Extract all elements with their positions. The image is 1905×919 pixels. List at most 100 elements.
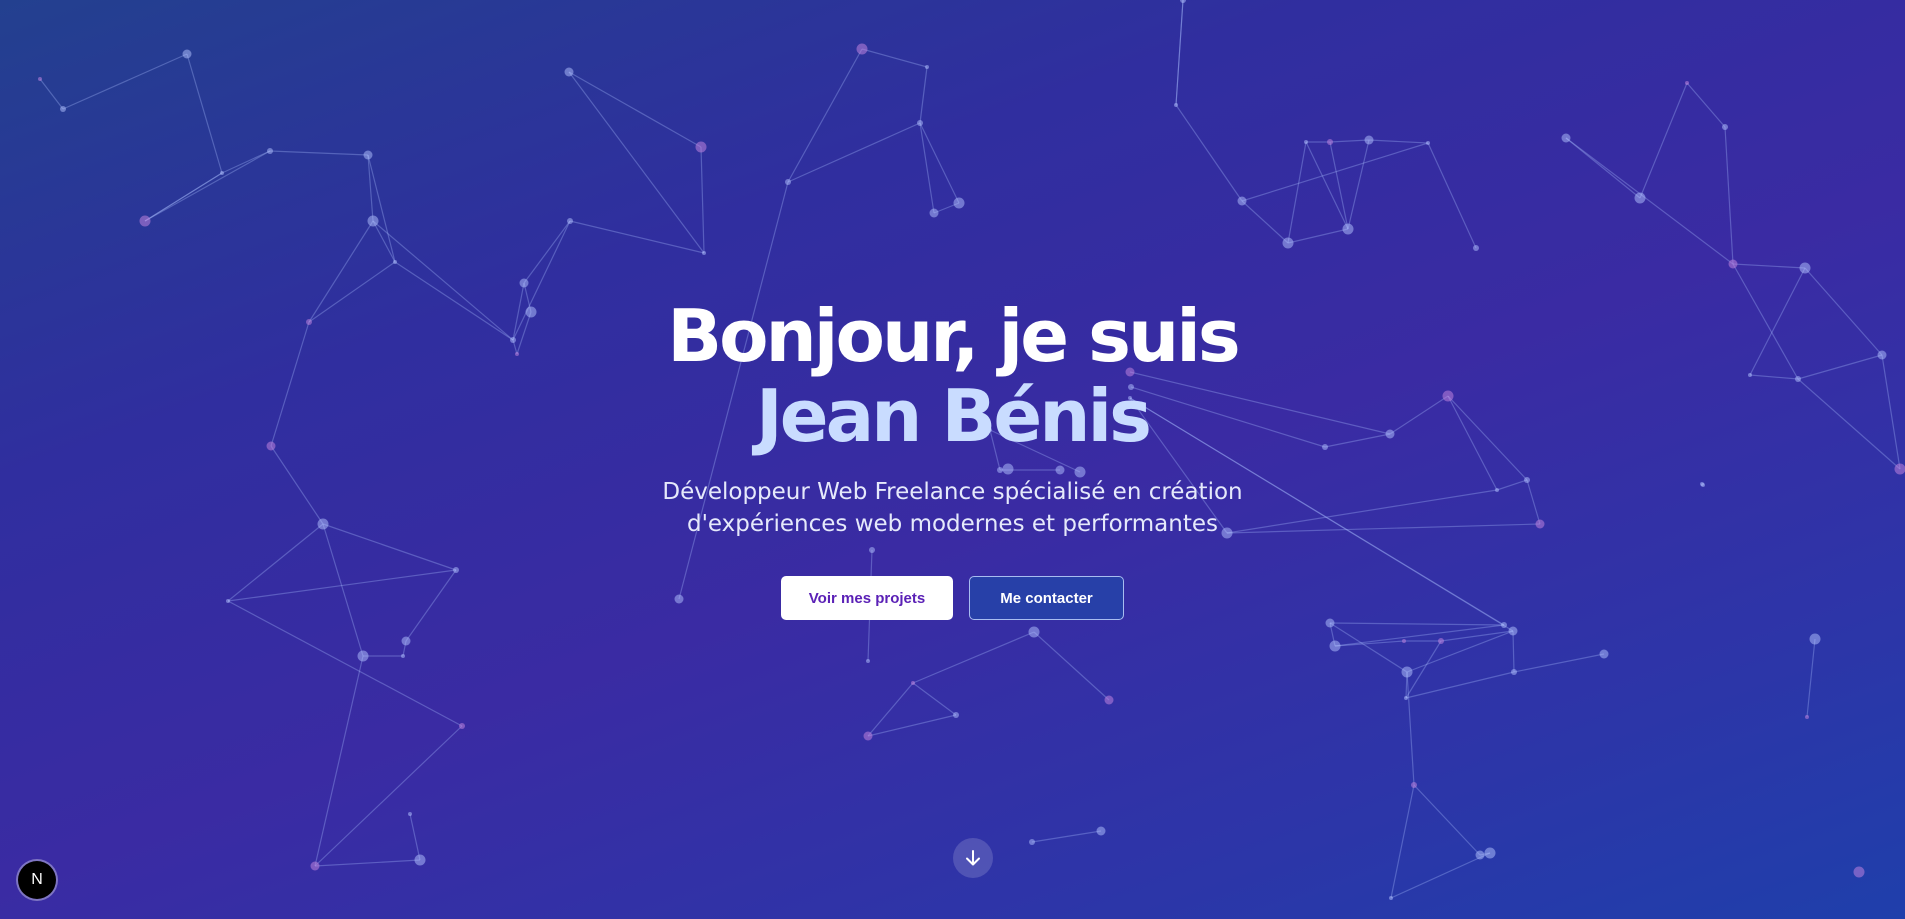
- network-link: [867, 714, 957, 737]
- network-node: [357, 650, 369, 662]
- network-link: [912, 631, 1035, 684]
- scroll-down-button[interactable]: [953, 838, 993, 878]
- network-link: [1413, 784, 1481, 856]
- network-node: [363, 150, 373, 160]
- network-node: [1501, 622, 1507, 628]
- network-node: [1104, 695, 1114, 705]
- arrow-down-icon: [966, 850, 980, 866]
- network-node: [1438, 638, 1444, 644]
- network-link: [1806, 638, 1816, 718]
- hero-title: Bonjour, je suis Jean Bénis: [0, 296, 1905, 456]
- network-node: [1329, 640, 1341, 652]
- network-node: [459, 723, 465, 729]
- network-link: [1565, 137, 1734, 265]
- network-node: [182, 49, 192, 59]
- view-projects-button[interactable]: Voir mes projets: [781, 576, 953, 620]
- network-link: [1440, 630, 1514, 642]
- nextjs-dev-badge[interactable]: N: [18, 861, 56, 899]
- network-node: [1401, 666, 1413, 678]
- network-link: [144, 150, 271, 222]
- contact-button[interactable]: Me contacter: [969, 576, 1124, 620]
- network-node: [414, 854, 426, 866]
- network-link: [269, 150, 369, 156]
- network-node: [1634, 192, 1646, 204]
- network-link: [1031, 830, 1102, 843]
- network-node: [1029, 839, 1035, 845]
- hero-subtitle-line-2: d'expériences web modernes et performant…: [687, 511, 1218, 537]
- network-node: [408, 812, 412, 816]
- network-link: [1329, 141, 1349, 230]
- network-node: [310, 861, 320, 871]
- network-link: [1732, 263, 1806, 269]
- network-link: [1175, 0, 1184, 106]
- network-link: [314, 725, 463, 867]
- network-node: [1426, 141, 1430, 145]
- network-node: [393, 260, 397, 264]
- network-link: [912, 682, 957, 716]
- network-link: [62, 53, 188, 110]
- network-link: [700, 146, 705, 254]
- network-node: [60, 106, 66, 112]
- network-link: [1175, 104, 1243, 202]
- network-node: [1722, 124, 1728, 130]
- hero-title-name: Jean Bénis: [755, 374, 1152, 458]
- network-node: [1508, 626, 1518, 636]
- network-link: [1347, 139, 1370, 230]
- network-link: [1305, 141, 1349, 230]
- network-link: [1512, 630, 1515, 673]
- network-link: [1329, 622, 1505, 626]
- network-node: [519, 278, 529, 288]
- network-node: [139, 215, 151, 227]
- network-node: [1404, 696, 1408, 700]
- network-link: [787, 48, 863, 183]
- network-link: [314, 655, 364, 867]
- network-link: [787, 122, 921, 183]
- network-node: [911, 681, 915, 685]
- network-link: [221, 150, 271, 174]
- network-link: [1368, 139, 1429, 144]
- network-link: [1390, 852, 1491, 899]
- network-node: [702, 251, 706, 255]
- network-node: [925, 65, 929, 69]
- network-node: [1805, 715, 1809, 719]
- network-link: [1287, 141, 1307, 244]
- network-node: [1599, 649, 1609, 659]
- network-link: [568, 71, 702, 148]
- network-node: [953, 197, 965, 209]
- network-node: [564, 67, 574, 77]
- network-link: [144, 172, 223, 222]
- network-node: [695, 141, 707, 153]
- network-link: [1241, 142, 1429, 202]
- network-node: [1028, 626, 1040, 638]
- network-link: [1639, 82, 1688, 199]
- hero-section: Bonjour, je suis Jean Bénis Développeur …: [0, 296, 1905, 620]
- network-node: [38, 77, 42, 81]
- network-link: [1513, 653, 1605, 673]
- network-link: [1405, 671, 1515, 699]
- network-node: [929, 208, 939, 218]
- network-node: [1389, 896, 1393, 900]
- network-link: [372, 220, 396, 263]
- hero-title-greeting: Bonjour, je suis: [667, 294, 1241, 378]
- network-node: [1327, 139, 1333, 145]
- network-link: [186, 53, 223, 174]
- network-node: [220, 171, 224, 175]
- network-node: [1809, 633, 1821, 645]
- network-link: [39, 78, 64, 110]
- network-node: [1728, 259, 1738, 269]
- network-node: [1174, 103, 1178, 107]
- network-link: [867, 682, 914, 737]
- network-node: [863, 731, 873, 741]
- network-node: [1304, 140, 1308, 144]
- network-node: [1411, 782, 1417, 788]
- network-node: [567, 218, 573, 224]
- network-link: [314, 859, 421, 867]
- network-node: [367, 215, 379, 227]
- network-link: [1329, 622, 1408, 673]
- cta-buttons: Voir mes projets Me contacter: [0, 576, 1905, 620]
- network-link: [919, 66, 928, 124]
- network-node: [953, 712, 959, 718]
- network-node: [1484, 847, 1496, 859]
- network-link: [409, 813, 421, 861]
- network-node: [1402, 639, 1406, 643]
